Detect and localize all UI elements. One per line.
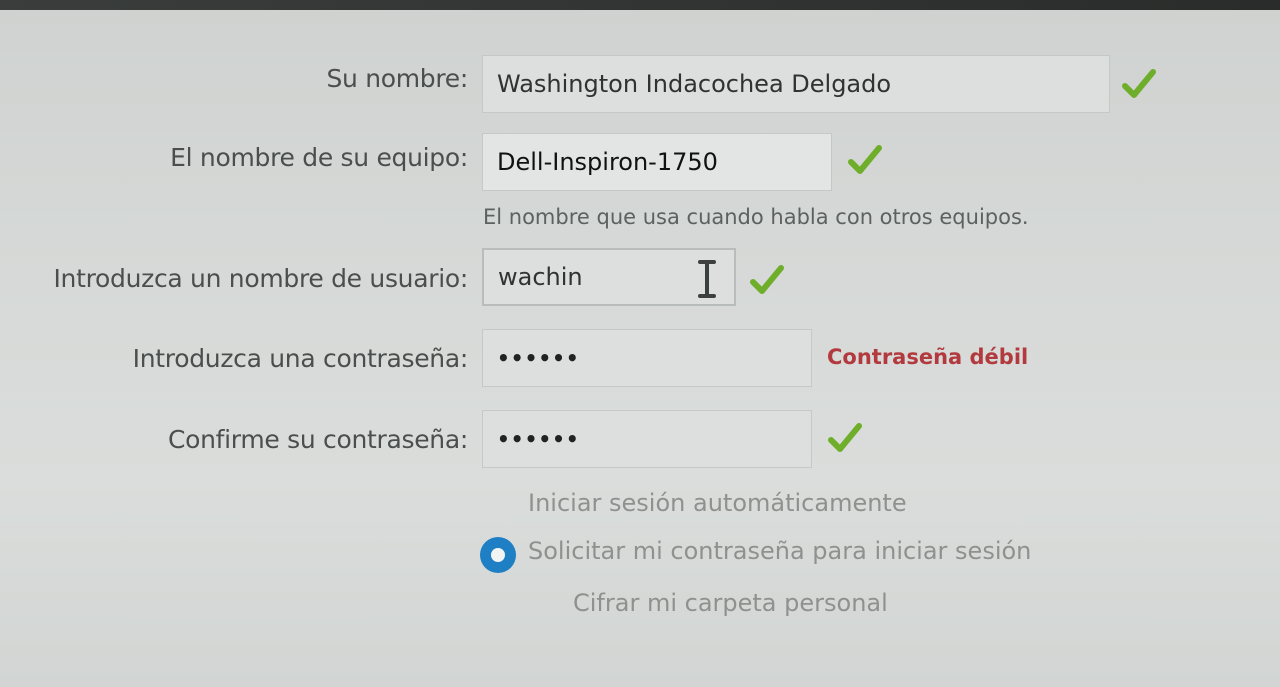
username-check-icon — [750, 265, 784, 294]
computer-name-check-icon — [848, 145, 882, 174]
confirm-password-value: •••••• — [497, 427, 580, 451]
computer-name-label: El nombre de su equipo: — [170, 143, 468, 172]
name-label: Su nombre: — [326, 64, 468, 93]
name-field[interactable]: Washington Indacochea Delgado — [482, 55, 1110, 113]
confirm-password-label: Confirme su contraseña: — [167, 425, 468, 454]
computer-name-field[interactable]: Dell-Inspiron-1750 — [482, 133, 832, 191]
confirm-password-field[interactable]: •••••• — [482, 410, 812, 468]
radio-selected-dot — [491, 548, 505, 562]
computer-name-value: Dell-Inspiron-1750 — [497, 148, 718, 176]
username-label: Introduzca un nombre de usuario: — [53, 264, 468, 293]
top-bar — [0, 0, 1280, 10]
username-value: wachin — [498, 263, 583, 291]
auto-login-option[interactable]: Iniciar sesión automáticamente — [528, 489, 907, 517]
encrypt-home-checkbox-label[interactable]: Cifrar mi carpeta personal — [573, 589, 888, 617]
require-password-option[interactable]: Solicitar mi contraseña para iniciar ses… — [528, 537, 1031, 565]
computer-name-hint: El nombre que usa cuando habla con otros… — [483, 205, 1029, 229]
text-cursor-icon — [698, 260, 716, 298]
password-strength-label: Contraseña débil — [827, 345, 1029, 369]
password-label: Introduzca una contraseña: — [132, 344, 469, 373]
password-field[interactable]: •••••• — [482, 329, 812, 387]
name-check-icon — [1122, 69, 1156, 98]
require-password-radio[interactable] — [480, 537, 516, 573]
confirm-password-check-icon — [828, 423, 862, 452]
name-field-value: Washington Indacochea Delgado — [497, 70, 892, 98]
password-value: •••••• — [497, 346, 580, 370]
